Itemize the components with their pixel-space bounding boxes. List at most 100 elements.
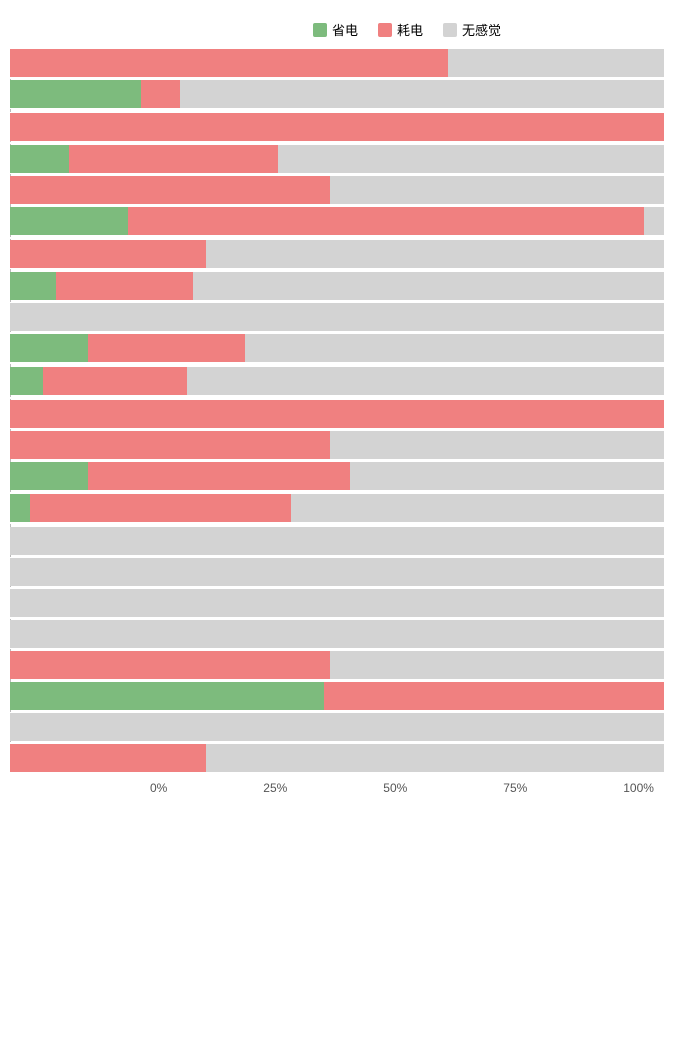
legend-item: 耗电 bbox=[378, 20, 423, 39]
bar-segment-pink bbox=[10, 240, 206, 268]
legend-label: 无感觉 bbox=[462, 20, 501, 39]
bar-segment-gray bbox=[448, 49, 664, 77]
bar-segment-pink bbox=[10, 744, 206, 772]
bar-segment-green bbox=[10, 494, 30, 522]
x-axis-label: 50% bbox=[383, 781, 407, 795]
bar-label: iPhone 14 Pro Max bbox=[0, 493, 10, 524]
bar-row: iPhone 12 Pro bbox=[10, 207, 664, 235]
bar-segment-pink bbox=[141, 80, 180, 108]
bar-label: iPhone 13 mini bbox=[0, 310, 10, 326]
bar-row: iPhone SE 第3代 bbox=[10, 620, 664, 648]
bar-track bbox=[10, 145, 664, 173]
bar-track bbox=[10, 589, 664, 617]
bar-label: iPhone 14 Plus bbox=[0, 437, 10, 453]
bar-segment-green bbox=[10, 462, 88, 490]
bar-segment-pink bbox=[10, 651, 330, 679]
bar-track bbox=[10, 558, 664, 586]
bar-segment-green bbox=[10, 207, 128, 235]
bar-segment-pink bbox=[10, 113, 664, 141]
bar-segment-pink bbox=[88, 462, 350, 490]
bar-segment-pink bbox=[43, 367, 187, 395]
bar-segment-green bbox=[10, 367, 43, 395]
bar-segment-gray bbox=[187, 367, 664, 395]
bar-track bbox=[10, 494, 664, 522]
bar-row: iPhone XS Max bbox=[10, 744, 664, 772]
bar-segment-gray bbox=[644, 207, 664, 235]
bar-row: iPhone 11 Pro bbox=[10, 80, 664, 108]
bar-segment-gray bbox=[10, 558, 664, 586]
bar-segment-gray bbox=[278, 145, 664, 173]
bar-row: iPhone 14 Pro Max bbox=[10, 493, 664, 524]
bar-label: iPhone SE 第2代 bbox=[0, 595, 10, 611]
bar-segment-gray bbox=[206, 240, 664, 268]
bar-segment-gray bbox=[330, 431, 664, 459]
x-axis-label: 75% bbox=[503, 781, 527, 795]
bar-segment-pink bbox=[10, 49, 448, 77]
bar-track bbox=[10, 176, 664, 204]
bar-segment-green bbox=[10, 80, 141, 108]
bar-track bbox=[10, 651, 664, 679]
bar-row: iPhone XR bbox=[10, 682, 664, 710]
bar-segment-gray bbox=[10, 303, 664, 331]
bar-segment-pink bbox=[69, 145, 278, 173]
x-axis: 0%25%50%75%100% bbox=[150, 781, 654, 795]
bar-row: iPhone SE 第2代 bbox=[10, 589, 664, 617]
bar-segment-gray bbox=[10, 527, 664, 555]
bar-row: iPhone 14 Plus bbox=[10, 431, 664, 459]
bar-segment-gray bbox=[10, 589, 664, 617]
bar-row: iPhone XS bbox=[10, 713, 664, 741]
legend-item: 省电 bbox=[313, 20, 358, 39]
bars-area: iPhone 11iPhone 11 ProiPhone 11 Pro Maxi… bbox=[10, 49, 664, 772]
bar-track bbox=[10, 303, 664, 331]
bar-track bbox=[10, 113, 664, 141]
bar-label: iPhone 14 bbox=[0, 406, 10, 422]
bar-track bbox=[10, 207, 664, 235]
bar-label: iPhone 13 Pro bbox=[0, 341, 10, 357]
bar-segment-pink bbox=[128, 207, 645, 235]
bar-segment-gray bbox=[291, 494, 664, 522]
legend-color bbox=[378, 23, 392, 37]
bar-label: iPhone 12 bbox=[0, 151, 10, 167]
bar-label: iPhone 12 Pro Max bbox=[0, 238, 10, 269]
bar-label: iPhone 13 bbox=[0, 279, 10, 295]
bar-segment-gray bbox=[10, 713, 664, 741]
bar-segment-gray bbox=[10, 620, 664, 648]
bar-segment-pink bbox=[56, 272, 193, 300]
bar-row: iPhone 8 Plus bbox=[10, 558, 664, 586]
bar-track bbox=[10, 527, 664, 555]
x-axis-label: 100% bbox=[623, 781, 654, 795]
legend-item: 无感觉 bbox=[443, 20, 501, 39]
bar-label: iPhone 8 Plus bbox=[0, 564, 10, 580]
bar-track bbox=[10, 744, 664, 772]
bar-row: iPhone 14 Pro bbox=[10, 462, 664, 490]
x-axis-label: 25% bbox=[263, 781, 287, 795]
bar-segment-green bbox=[10, 682, 324, 710]
bar-row: iPhone 12 mini bbox=[10, 176, 664, 204]
legend-label: 耗电 bbox=[397, 20, 423, 39]
bar-row: iPhone 14 bbox=[10, 400, 664, 428]
bar-track bbox=[10, 620, 664, 648]
bar-label: iPhone XS bbox=[0, 719, 10, 735]
bar-segment-pink bbox=[30, 494, 292, 522]
bar-segment-pink bbox=[10, 176, 330, 204]
bar-track bbox=[10, 80, 664, 108]
bar-label: iPhone 12 Pro bbox=[0, 213, 10, 229]
bar-segment-gray bbox=[193, 272, 664, 300]
bar-row: iPhone 11 Pro Max bbox=[10, 111, 664, 142]
bar-row: iPhone 12 bbox=[10, 145, 664, 173]
bar-track bbox=[10, 272, 664, 300]
bar-track bbox=[10, 682, 664, 710]
bar-segment-pink bbox=[10, 400, 664, 428]
bar-row: iPhone 13 Pro Max bbox=[10, 365, 664, 396]
bar-label: iPhone 13 Pro Max bbox=[0, 365, 10, 396]
bar-track bbox=[10, 462, 664, 490]
bar-track bbox=[10, 431, 664, 459]
bar-label: iPhone 11 Pro bbox=[0, 86, 10, 102]
bar-row: iPhone X bbox=[10, 651, 664, 679]
bar-label: iPhone 14 Pro bbox=[0, 468, 10, 484]
bar-label: iPhone SE 第3代 bbox=[0, 626, 10, 642]
bar-track bbox=[10, 400, 664, 428]
bar-segment-green bbox=[10, 272, 56, 300]
chart-container: 省电 耗电 无感觉 iPhone 11iPhone 11 ProiPhone 1… bbox=[0, 10, 674, 825]
bar-row: iPhone 13 mini bbox=[10, 303, 664, 331]
